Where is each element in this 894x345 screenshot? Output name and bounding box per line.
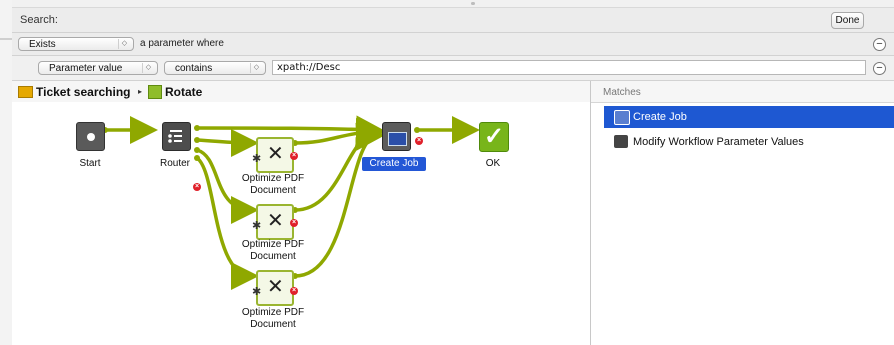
top-splitter[interactable] bbox=[12, 0, 894, 8]
error-icon: × bbox=[193, 183, 201, 191]
operator-select[interactable]: contains ◇ bbox=[164, 61, 266, 75]
done-button[interactable]: Done bbox=[831, 12, 864, 29]
criteria-row: Parameter value ◇ contains ◇ xpath://Des… bbox=[12, 56, 894, 81]
search-title: Search: bbox=[20, 14, 58, 26]
gear-icon: ✱ bbox=[252, 220, 262, 232]
workflow-canvas[interactable]: Start Router × ✕ ✱ × Optimize PDF Docume… bbox=[12, 102, 590, 345]
node-optimize-pdf-3-label: Optimize PDF Document bbox=[241, 307, 305, 330]
node-start-label: Start bbox=[79, 158, 101, 169]
node-create-job-label: Create Job bbox=[362, 157, 426, 171]
error-icon: × bbox=[290, 287, 298, 295]
breadcrumb-item-rotate[interactable]: Rotate bbox=[165, 85, 202, 99]
splitter-grip[interactable] bbox=[471, 2, 475, 5]
breadcrumb: Ticket searching ▸ Rotate bbox=[12, 81, 590, 103]
match-item-label: Create Job bbox=[633, 111, 687, 123]
node-optimize-pdf-2-label: Optimize PDF Document bbox=[241, 239, 305, 262]
operator-select-value: contains bbox=[175, 63, 213, 74]
select-arrows-icon: ◇ bbox=[250, 63, 262, 73]
gear-icon: ✱ bbox=[252, 153, 262, 165]
node-optimize-pdf-1[interactable]: ✕ ✱ bbox=[252, 137, 294, 173]
remove-criteria-button[interactable]: − bbox=[873, 62, 886, 75]
query-input[interactable]: xpath://Desc bbox=[272, 60, 866, 75]
select-arrows-icon: ◇ bbox=[118, 39, 130, 49]
match-item-modify-workflow-parameter-values[interactable]: Modify Workflow Parameter Values bbox=[604, 131, 894, 153]
job-icon bbox=[614, 110, 630, 125]
select-arrows-icon: ◇ bbox=[142, 63, 154, 73]
edge-router-opt1 bbox=[195, 128, 259, 157]
tools-icon: ✕ bbox=[267, 143, 284, 165]
node-start[interactable] bbox=[76, 122, 105, 151]
edge-router-createjob bbox=[195, 115, 384, 144]
matches-title: Matches bbox=[603, 87, 641, 98]
tools-icon: ✕ bbox=[267, 276, 284, 298]
matches-header: Matches bbox=[591, 81, 894, 103]
match-item-label: Modify Workflow Parameter Values bbox=[633, 136, 804, 148]
router-icon bbox=[168, 130, 182, 143]
node-ok-label: OK bbox=[485, 158, 501, 169]
condition-suffix: a parameter where bbox=[140, 38, 224, 49]
node-router[interactable] bbox=[162, 122, 191, 151]
error-icon: × bbox=[290, 219, 298, 227]
node-ok[interactable]: ✓ bbox=[479, 122, 509, 152]
search-header-row: Search: Done bbox=[12, 8, 894, 33]
error-icon: × bbox=[290, 152, 298, 160]
condition-row: Exists ◇ a parameter where − bbox=[12, 33, 894, 56]
node-optimize-pdf-2[interactable]: ✕ ✱ bbox=[252, 204, 294, 240]
node-router-label: Router bbox=[159, 158, 190, 169]
breadcrumb-separator: ▸ bbox=[138, 87, 143, 96]
gear-icon: ✱ bbox=[252, 286, 262, 298]
breadcrumb-item-ticket-searching[interactable]: Ticket searching bbox=[36, 85, 131, 99]
remove-condition-button[interactable]: − bbox=[873, 38, 886, 51]
node-optimize-pdf-1-label: Optimize PDF Document bbox=[241, 173, 305, 196]
job-icon bbox=[388, 132, 407, 146]
field-select-value: Parameter value bbox=[49, 63, 123, 74]
node-create-job[interactable] bbox=[382, 122, 411, 151]
checkmark-icon: ✓ bbox=[484, 123, 505, 150]
ticket-icon bbox=[18, 86, 33, 98]
flow-icon bbox=[148, 85, 162, 99]
match-item-create-job[interactable]: Create Job bbox=[604, 106, 894, 128]
field-select[interactable]: Parameter value ◇ bbox=[38, 61, 158, 75]
error-icon: × bbox=[415, 137, 423, 145]
modify-icon bbox=[614, 135, 628, 148]
scope-select[interactable]: Exists ◇ bbox=[18, 37, 134, 51]
start-icon bbox=[87, 133, 95, 141]
scope-select-value: Exists bbox=[29, 39, 56, 50]
node-optimize-pdf-3[interactable]: ✕ ✱ bbox=[252, 270, 294, 306]
pane-divider[interactable] bbox=[590, 81, 591, 345]
tools-icon: ✕ bbox=[267, 210, 284, 232]
